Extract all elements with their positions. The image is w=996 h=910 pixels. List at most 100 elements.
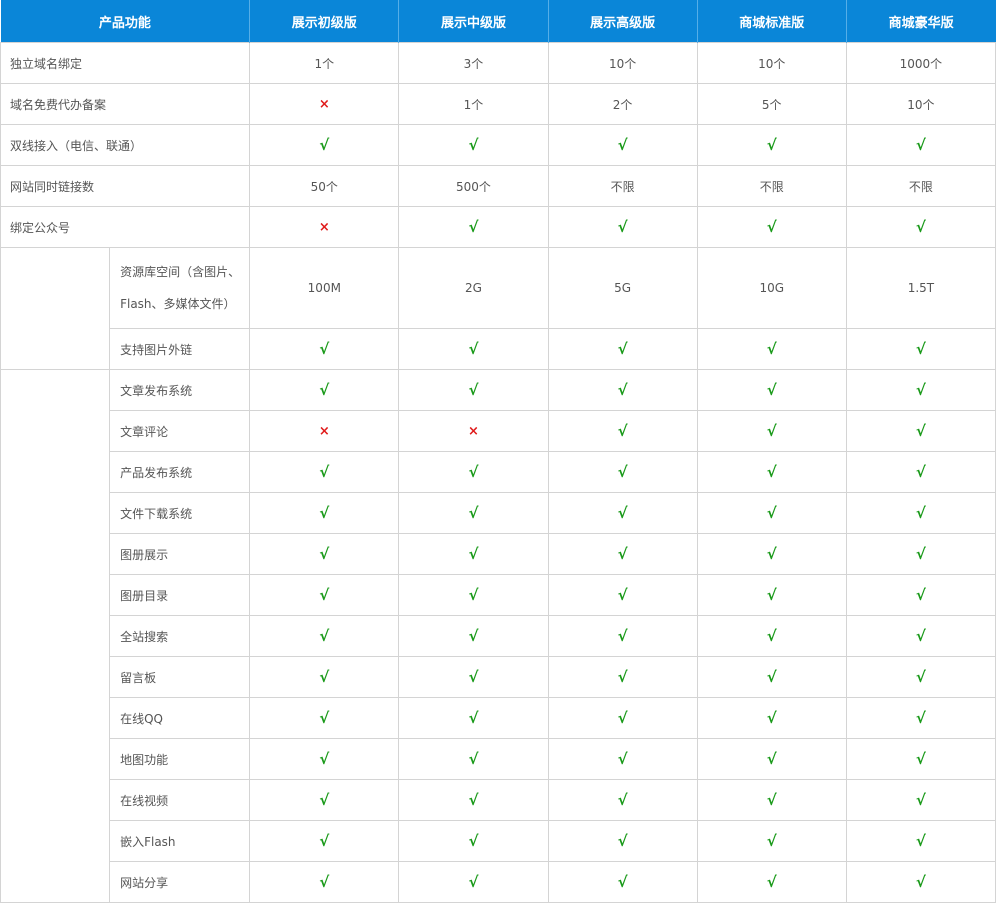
check-icon: √ [766, 791, 777, 809]
check-icon: √ [915, 218, 926, 236]
check-icon: √ [915, 832, 926, 850]
check-icon: √ [617, 586, 628, 604]
group-cell-resources [0, 247, 111, 370]
check-icon: √ [915, 136, 926, 154]
comparison-table: 产品功能 展示初级版 展示中级版 展示高级版 商城标准版 商城豪华版 独立域名绑… [0, 0, 996, 903]
check-icon: √ [915, 873, 926, 891]
check-icon: √ [617, 422, 628, 440]
plan-value: 50个 [249, 165, 400, 207]
check-icon: √ [319, 873, 330, 891]
plan-header: 商城豪华版 [845, 0, 996, 43]
feature-label: 产品发布系统 [109, 451, 251, 493]
table-row: 文章评论 × × √ √ √ [1, 410, 996, 452]
plan-header: 展示高级版 [547, 0, 698, 43]
check-icon: √ [766, 545, 777, 563]
cross-icon: × [318, 96, 330, 112]
plan-header: 展示中级版 [398, 0, 549, 43]
plan-value: 2G [398, 247, 549, 329]
check-icon: √ [617, 545, 628, 563]
check-icon: √ [766, 218, 777, 236]
table-row: 留言板 √ √ √ √ √ [1, 656, 996, 698]
feature-label-line: Flash、多媒体文件） [120, 297, 236, 311]
check-icon: √ [319, 340, 330, 358]
check-icon: √ [617, 340, 628, 358]
feature-label: 文章发布系统 [109, 369, 251, 411]
table-row: 文件下载系统 √ √ √ √ √ [1, 492, 996, 534]
check-icon: √ [766, 422, 777, 440]
table-row: 支持图片外链 √ √ √ √ √ [1, 328, 996, 370]
check-icon: √ [915, 627, 926, 645]
feature-label: 在线视频 [109, 779, 251, 821]
check-icon: √ [617, 463, 628, 481]
check-icon: √ [766, 668, 777, 686]
check-icon: √ [766, 381, 777, 399]
feature-label: 文件下载系统 [109, 492, 251, 534]
feature-label: 图册展示 [109, 533, 251, 575]
check-icon: √ [468, 627, 479, 645]
table-row: 产品发布系统 √ √ √ √ √ [1, 451, 996, 493]
check-icon: √ [617, 668, 628, 686]
check-icon: √ [319, 381, 330, 399]
plan-value: 2个 [547, 83, 698, 125]
table-row: 域名免费代办备案 × 1个 2个 5个 10个 [0, 83, 996, 125]
table-row: 图册目录 √ √ √ √ √ [1, 574, 996, 616]
check-icon: √ [766, 709, 777, 727]
check-icon: √ [766, 627, 777, 645]
check-icon: √ [319, 504, 330, 522]
check-icon: √ [468, 136, 479, 154]
feature-label: 全站搜索 [109, 615, 251, 657]
feature-label: 资源库空间（含图片、 Flash、多媒体文件） [109, 247, 251, 329]
table-row: 独立域名绑定 1个 3个 10个 10个 1000个 [0, 42, 996, 84]
check-icon: √ [319, 627, 330, 645]
check-icon: √ [766, 586, 777, 604]
check-icon: √ [468, 832, 479, 850]
table-row: 绑定公众号 × √ √ √ √ [0, 206, 996, 248]
plan-value: 10个 [696, 42, 847, 84]
table-body: 独立域名绑定 1个 3个 10个 10个 1000个 域名免费代办备案 × 1个 2个 5个 10个双… [0, 42, 996, 903]
plan-header: 商城标准版 [696, 0, 847, 43]
check-icon: √ [915, 709, 926, 727]
feature-label-line: 资源库空间（含图片、 [120, 265, 241, 279]
check-icon: √ [915, 422, 926, 440]
check-icon: √ [319, 136, 330, 154]
check-icon: √ [617, 218, 628, 236]
plan-value: 不限 [547, 165, 698, 207]
feature-label: 域名免费代办备案 [0, 83, 251, 125]
feature-label: 图册目录 [109, 574, 251, 616]
check-icon: √ [766, 463, 777, 481]
check-icon: √ [766, 340, 777, 358]
feature-label: 网站分享 [109, 861, 251, 903]
plan-value: 不限 [696, 165, 847, 207]
check-icon: √ [617, 504, 628, 522]
check-icon: √ [468, 340, 479, 358]
plan-value: 10G [696, 247, 847, 329]
check-icon: √ [319, 668, 330, 686]
check-icon: √ [319, 791, 330, 809]
plan-value: 5个 [696, 83, 847, 125]
check-icon: √ [319, 832, 330, 850]
check-icon: √ [468, 586, 479, 604]
check-icon: √ [468, 218, 479, 236]
plan-value: 3个 [398, 42, 549, 84]
check-icon: √ [468, 545, 479, 563]
check-icon: √ [468, 791, 479, 809]
check-icon: √ [915, 545, 926, 563]
feature-label: 网站同时链接数 [0, 165, 251, 207]
table-row: 在线视频 √ √ √ √ √ [1, 779, 996, 821]
feature-label: 在线QQ [109, 697, 251, 739]
check-icon: √ [617, 832, 628, 850]
check-icon: √ [468, 381, 479, 399]
check-icon: √ [617, 750, 628, 768]
check-icon: √ [468, 750, 479, 768]
check-icon: √ [468, 709, 479, 727]
feature-label: 文章评论 [109, 410, 251, 452]
check-icon: √ [915, 463, 926, 481]
plan-value: 1个 [249, 42, 400, 84]
plan-value: 10个 [845, 83, 996, 125]
plan-value: 1000个 [845, 42, 996, 84]
plan-value: 5G [547, 247, 698, 329]
check-icon: √ [915, 668, 926, 686]
check-icon: √ [766, 504, 777, 522]
check-icon: √ [468, 504, 479, 522]
plan-value: 10个 [547, 42, 698, 84]
